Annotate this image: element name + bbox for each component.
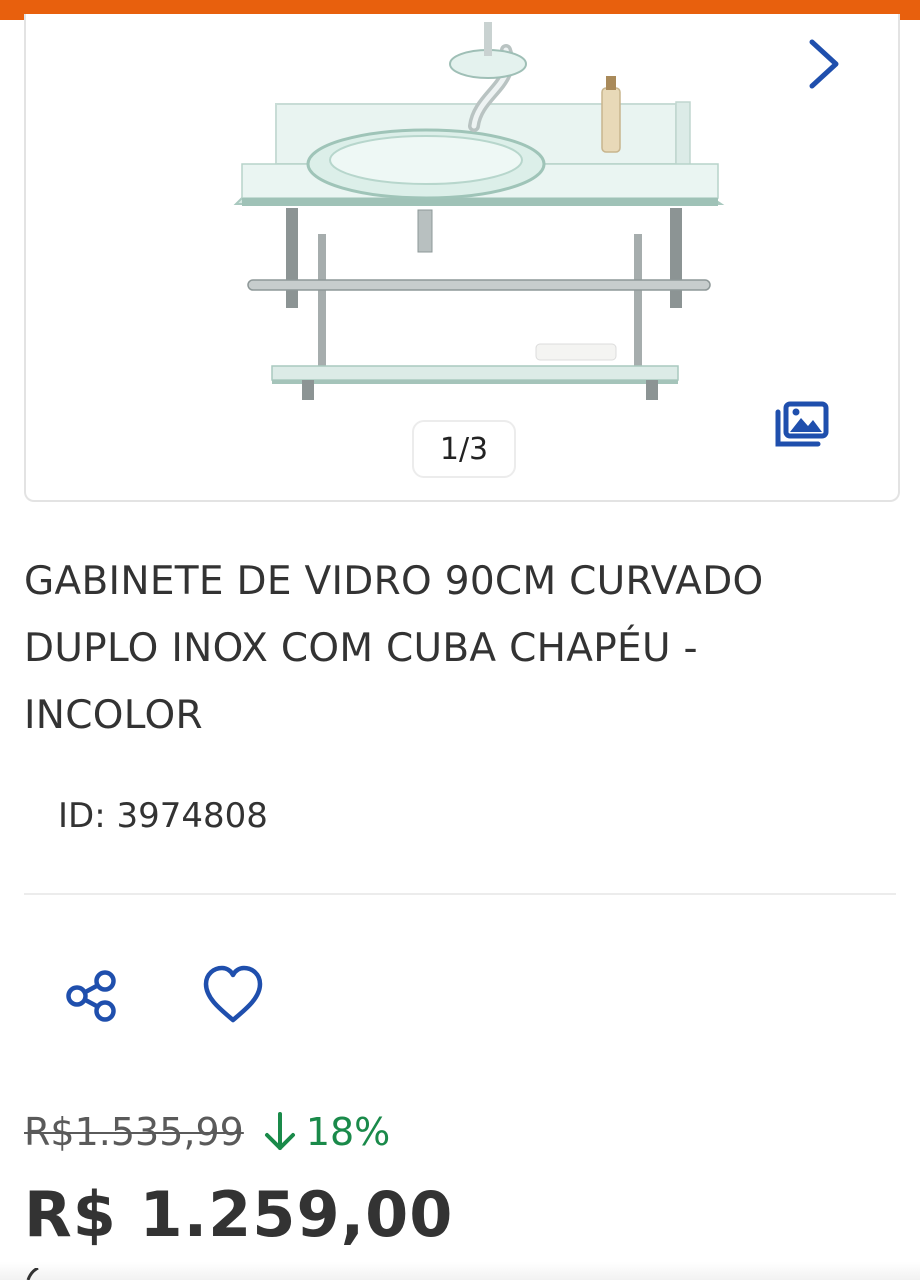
current-price: R$ 1.259,00	[24, 1178, 454, 1251]
chevron-right-icon[interactable]	[798, 36, 848, 92]
product-gallery[interactable]: 1/3	[24, 14, 900, 502]
image-gallery-icon[interactable]	[774, 400, 830, 448]
price-row: R$1.535,99 18%	[24, 1104, 390, 1160]
image-counter: 1/3	[412, 420, 516, 478]
discount-badge: 18%	[262, 1110, 390, 1154]
divider	[24, 893, 896, 895]
old-price: R$1.535,99	[24, 1110, 244, 1154]
product-id-label: ID:	[58, 796, 106, 836]
discount-percent: 18%	[305, 1110, 391, 1154]
product-id: ID: 3974808	[58, 796, 268, 836]
share-icon[interactable]	[62, 966, 122, 1026]
product-image[interactable]	[206, 14, 766, 434]
bottom-fade	[0, 1262, 920, 1280]
product-title: GABINETE DE VIDRO 90CM CURVADO DUPLO INO…	[24, 559, 764, 738]
heart-icon[interactable]	[200, 964, 266, 1026]
partial-icon	[26, 1268, 39, 1280]
product-id-value: 3974808	[116, 796, 268, 836]
arrow-down-icon	[264, 1112, 295, 1150]
